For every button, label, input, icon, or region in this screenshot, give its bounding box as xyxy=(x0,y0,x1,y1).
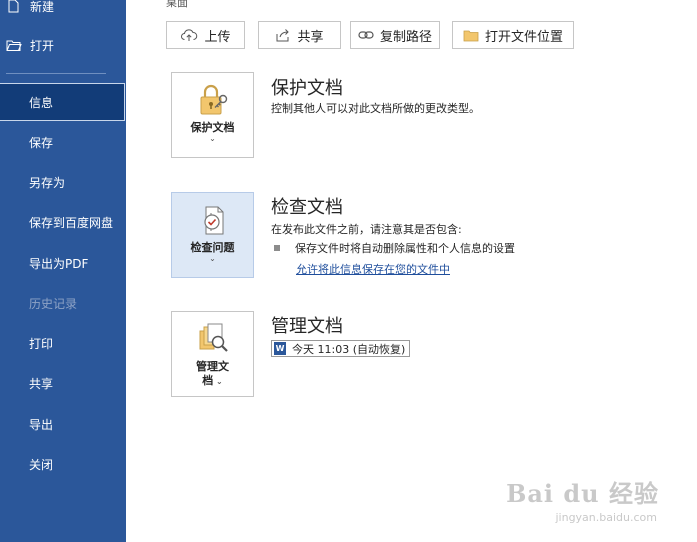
manage-document-icon xyxy=(196,322,230,358)
sidebar-item-label: 导出为PDF xyxy=(29,256,89,271)
sidebar-item-save-to-baidu[interactable]: 保存到百度网盘 xyxy=(0,205,126,239)
sidebar-item-label: 共享 xyxy=(29,376,54,391)
copy-path-button-label: 复制路径 xyxy=(379,29,432,45)
share-button-label: 共享 xyxy=(297,29,324,45)
protect-document-tile-label: 保护文档 xyxy=(190,121,235,134)
sidebar-item-label: 保存到百度网盘 xyxy=(29,215,114,230)
sidebar-item-history: 历史记录 xyxy=(0,286,126,320)
share-button[interactable]: 共享 xyxy=(258,21,341,49)
manage-document-button[interactable]: 管理文 档 ⌄ xyxy=(171,311,254,397)
manage-document-title: 管理文档 xyxy=(271,316,343,337)
cloud-upload-icon xyxy=(181,29,198,41)
autosave-version-label: 今天 11:03 (自动恢复) xyxy=(292,342,406,356)
sidebar-item-label: 另存为 xyxy=(29,175,66,190)
autosave-version-item[interactable]: W 今天 11:03 (自动恢复) xyxy=(271,340,411,357)
word-document-icon: W xyxy=(274,342,286,355)
folder-open-icon xyxy=(6,38,24,52)
open-file-location-button[interactable]: 打开文件位置 xyxy=(452,21,574,49)
sidebar-item-export-pdf[interactable]: 导出为PDF xyxy=(0,246,126,280)
inspect-document-icon xyxy=(196,203,230,239)
bullet-square-icon xyxy=(274,245,280,251)
sidebar-item-label: 历史记录 xyxy=(29,296,78,311)
sidebar-item-label: 打开 xyxy=(30,38,55,53)
sidebar-item-label: 关闭 xyxy=(29,457,54,472)
chevron-down-icon: ⌄ xyxy=(209,134,216,143)
sidebar-item-save[interactable]: 保存 xyxy=(0,125,126,159)
sidebar-item-info[interactable]: 信息 xyxy=(0,83,125,121)
inspect-bullet-text: 保存文件时将自动删除属性和个人信息的设置 xyxy=(295,242,515,255)
upload-button[interactable]: 上传 xyxy=(166,21,245,49)
breadcrumb: 桌面 xyxy=(166,0,188,9)
sidebar-item-save-as[interactable]: 另存为 xyxy=(0,165,126,199)
protect-document-title: 保护文档 xyxy=(271,78,343,99)
upload-button-label: 上传 xyxy=(204,29,231,45)
sidebar-item-label: 保存 xyxy=(29,135,54,150)
sidebar-item-print[interactable]: 打印 xyxy=(0,326,126,360)
inspect-document-title: 检查文档 xyxy=(271,197,343,218)
sidebar-item-export[interactable]: 导出 xyxy=(0,407,126,441)
inspect-bullet-item: 保存文件时将自动删除属性和个人信息的设置 xyxy=(274,240,515,256)
allow-save-info-link[interactable]: 允许将此信息保存在您的文件中 xyxy=(296,261,450,277)
sidebar-item-label: 导出 xyxy=(29,417,54,432)
sidebar-item-new[interactable]: 新建 xyxy=(0,0,126,23)
protect-document-description: 控制其他人可以对此文档所做的更改类型。 xyxy=(271,102,480,115)
folder-icon xyxy=(463,30,479,41)
sidebar-item-share[interactable]: 共享 xyxy=(0,366,126,400)
sidebar-item-close[interactable]: 关闭 xyxy=(0,447,126,481)
manage-tile-label-line2: 档 xyxy=(202,374,214,387)
sidebar-item-label: 信息 xyxy=(29,95,54,110)
new-document-icon xyxy=(6,0,24,13)
sidebar-divider xyxy=(6,73,106,74)
check-issues-tile-label: 检查问题 xyxy=(190,241,235,254)
manage-document-tile-label: 管理文 档 ⌄ xyxy=(196,360,229,388)
open-file-location-label: 打开文件位置 xyxy=(484,29,563,45)
sidebar-item-label: 打印 xyxy=(29,336,54,351)
share-icon xyxy=(276,29,290,42)
protect-document-button[interactable]: 保护文档 ⌄ xyxy=(171,72,254,158)
lock-key-icon xyxy=(196,83,230,119)
watermark-url: jingyan.baidu.com xyxy=(555,511,657,524)
sidebar-item-open[interactable]: 打开 xyxy=(0,28,126,62)
check-issues-button[interactable]: 检查问题 ⌄ xyxy=(171,192,254,278)
inspect-document-description: 在发布此文件之前，请注意其是否包含: xyxy=(271,223,462,236)
chevron-down-icon: ⌄ xyxy=(213,377,223,386)
manage-tile-label-line1: 管理文 xyxy=(196,360,229,373)
link-icon xyxy=(358,31,374,39)
backstage-sidebar: 新建 打开 信息 保存 另存为 保存到百度网盘 导出为PDF 历史记录 打印 共… xyxy=(0,0,126,542)
copy-path-button[interactable]: 复制路径 xyxy=(350,21,440,49)
baidu-jingyan-watermark: Bai du 经验 xyxy=(506,479,659,508)
info-panel: 桌面 上传 共享 复制路径 打开文件位置 保护文档 ⌄ 保护文档 控制其他人可以… xyxy=(126,0,697,542)
chevron-down-icon: ⌄ xyxy=(209,254,216,263)
sidebar-item-label: 新建 xyxy=(30,0,55,14)
